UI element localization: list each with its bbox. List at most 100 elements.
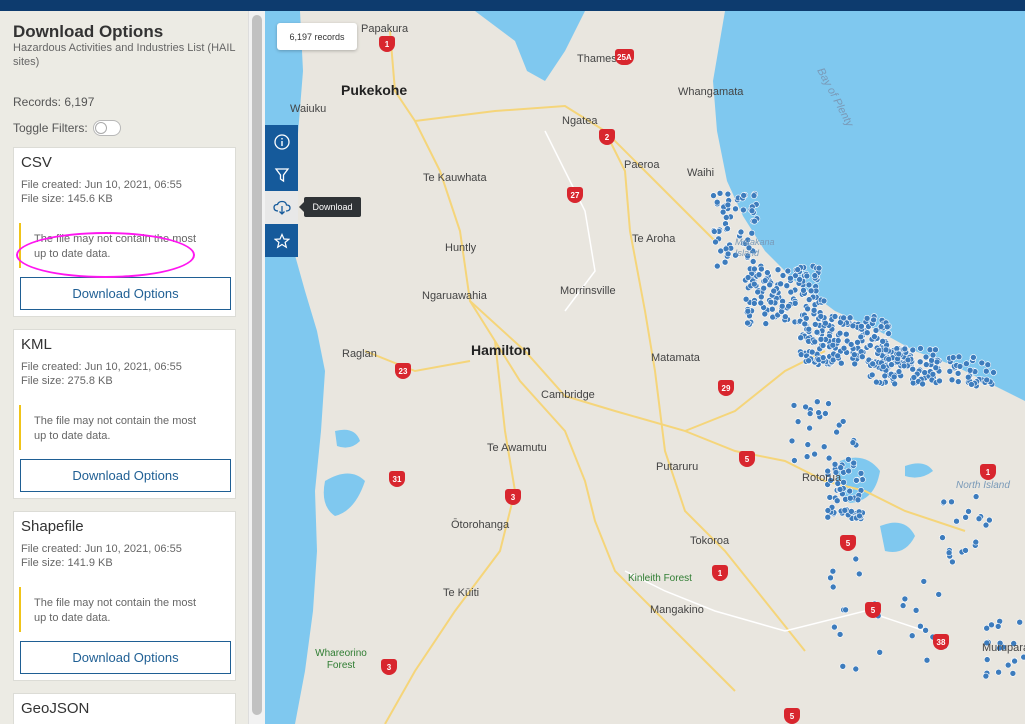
hail-site-marker[interactable] <box>850 459 858 467</box>
hail-site-marker[interactable] <box>1011 657 1018 665</box>
hail-site-marker[interactable] <box>784 267 792 275</box>
hail-site-marker[interactable] <box>863 329 871 337</box>
hail-site-marker[interactable] <box>983 376 991 384</box>
hail-site-marker[interactable] <box>710 192 717 199</box>
hail-site-marker[interactable] <box>744 307 752 315</box>
hail-site-marker[interactable] <box>804 305 811 313</box>
hail-site-marker[interactable] <box>825 400 832 407</box>
hail-site-marker[interactable] <box>852 665 860 673</box>
hail-site-marker[interactable] <box>757 293 765 301</box>
hail-site-marker[interactable] <box>724 190 732 198</box>
hail-site-marker[interactable] <box>788 437 796 445</box>
hail-site-marker[interactable] <box>857 469 865 477</box>
hail-site-marker[interactable] <box>968 381 975 388</box>
hail-site-marker[interactable] <box>724 250 732 258</box>
hail-site-marker[interactable] <box>929 370 937 378</box>
hail-site-marker[interactable] <box>845 456 852 463</box>
hail-site-marker[interactable] <box>833 428 840 436</box>
hail-site-marker[interactable] <box>794 418 802 425</box>
hail-site-marker[interactable] <box>954 378 962 385</box>
download-tool[interactable] <box>265 191 298 224</box>
hail-site-marker[interactable] <box>749 258 757 265</box>
hail-site-marker[interactable] <box>904 356 912 364</box>
hail-site-marker[interactable] <box>922 353 930 361</box>
hail-site-marker[interactable] <box>879 337 887 345</box>
hail-site-marker[interactable] <box>962 513 969 521</box>
hail-site-marker[interactable] <box>848 508 855 515</box>
scroll-thumb[interactable] <box>252 15 262 715</box>
hail-site-marker[interactable] <box>839 418 847 425</box>
hail-site-marker[interactable] <box>923 656 931 664</box>
hail-site-marker[interactable] <box>966 366 974 374</box>
hail-site-marker[interactable] <box>794 266 802 273</box>
hail-site-marker[interactable] <box>807 287 815 295</box>
hail-site-marker[interactable] <box>740 192 748 199</box>
download-options-button-csv[interactable]: Download Options <box>20 277 231 310</box>
toggle-filters-switch[interactable] <box>92 120 121 136</box>
hail-site-marker[interactable] <box>858 353 866 361</box>
hail-site-marker[interactable] <box>917 345 924 352</box>
hail-site-marker[interactable] <box>851 351 858 359</box>
panel-scrollbar[interactable] <box>248 11 265 724</box>
hail-site-marker[interactable] <box>983 656 991 663</box>
hail-site-marker[interactable] <box>797 351 805 358</box>
hail-site-marker[interactable] <box>805 281 813 289</box>
hail-site-marker[interactable] <box>881 372 889 380</box>
hail-site-marker[interactable] <box>842 606 849 614</box>
map-view[interactable]: Papakura Pukekohe Waiuku Thames Whangama… <box>265 11 1025 724</box>
hail-site-marker[interactable] <box>803 272 811 280</box>
hail-site-marker[interactable] <box>751 217 758 225</box>
hail-site-marker[interactable] <box>869 360 877 368</box>
hail-site-marker[interactable] <box>724 225 731 232</box>
hail-site-marker[interactable] <box>713 262 721 270</box>
hail-site-marker[interactable] <box>824 507 832 514</box>
hail-site-marker[interactable] <box>936 377 943 385</box>
hail-site-marker[interactable] <box>895 350 903 358</box>
hail-site-marker[interactable] <box>811 272 819 279</box>
hail-site-marker[interactable] <box>819 342 827 349</box>
hail-site-marker[interactable] <box>964 373 972 381</box>
hail-site-marker[interactable] <box>877 323 885 330</box>
hail-site-marker[interactable] <box>744 319 751 327</box>
hail-site-marker[interactable] <box>1020 653 1025 661</box>
hail-site-marker[interactable] <box>833 497 841 505</box>
hail-site-marker[interactable] <box>791 457 798 464</box>
hail-site-marker[interactable] <box>854 338 861 346</box>
hail-site-marker[interactable] <box>873 378 880 386</box>
hail-site-marker[interactable] <box>988 621 995 629</box>
hail-site-marker[interactable] <box>955 353 963 361</box>
hail-site-marker[interactable] <box>800 286 807 294</box>
hail-site-marker[interactable] <box>751 265 758 273</box>
hail-site-marker[interactable] <box>811 450 818 458</box>
hail-site-marker[interactable] <box>750 300 758 307</box>
hail-site-marker[interactable] <box>716 190 724 197</box>
hail-site-marker[interactable] <box>804 441 812 448</box>
hail-site-marker[interactable] <box>740 206 747 214</box>
hail-site-marker[interactable] <box>783 282 791 290</box>
hail-site-marker[interactable] <box>791 299 799 307</box>
hail-site-marker[interactable] <box>868 371 876 379</box>
hail-site-marker[interactable] <box>885 330 892 337</box>
hail-site-marker[interactable] <box>805 357 812 365</box>
hail-site-marker[interactable] <box>929 351 937 359</box>
hail-site-marker[interactable] <box>762 320 770 327</box>
hail-site-marker[interactable] <box>820 297 828 305</box>
hail-site-marker[interactable] <box>857 333 865 341</box>
hail-site-marker[interactable] <box>871 333 878 340</box>
hail-site-marker[interactable] <box>933 358 941 366</box>
hail-site-marker[interactable] <box>854 496 862 504</box>
hail-site-marker[interactable] <box>836 631 844 638</box>
hail-site-marker[interactable] <box>879 363 887 371</box>
hail-site-marker[interactable] <box>875 346 883 354</box>
hail-site-marker[interactable] <box>822 319 829 327</box>
hail-site-marker[interactable] <box>722 214 730 221</box>
hail-site-markers[interactable] <box>265 11 1025 724</box>
hail-site-marker[interactable] <box>956 363 964 370</box>
hail-site-marker[interactable] <box>806 424 813 432</box>
hail-site-marker[interactable] <box>748 207 756 214</box>
hail-site-marker[interactable] <box>856 512 863 520</box>
hail-site-marker[interactable] <box>767 298 775 306</box>
filter-tool[interactable] <box>265 158 298 191</box>
hail-site-marker[interactable] <box>761 310 769 318</box>
hail-site-marker[interactable] <box>866 342 874 349</box>
